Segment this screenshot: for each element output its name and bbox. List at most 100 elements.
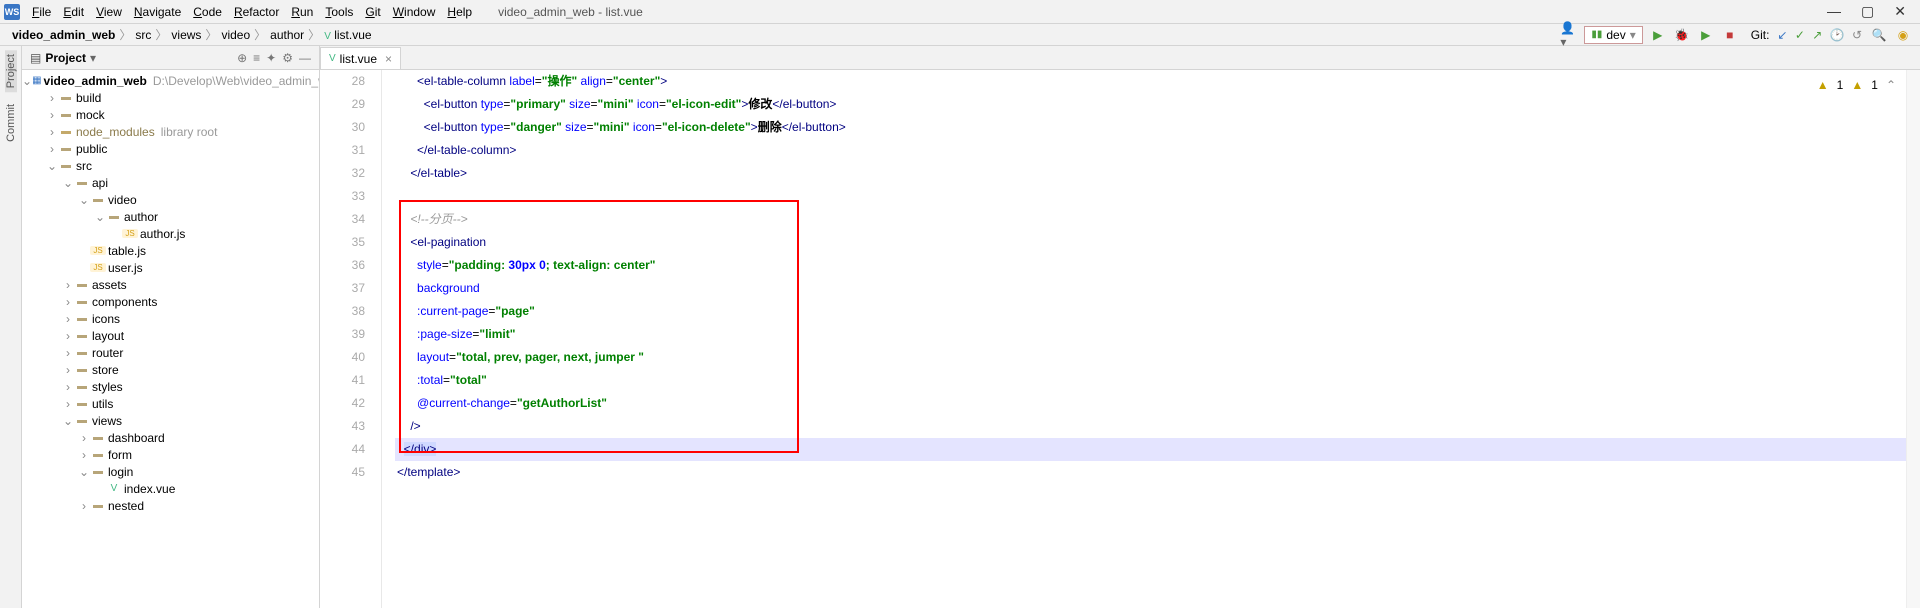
tree-mock[interactable]: ›▬mock	[22, 106, 319, 123]
expand-all-icon[interactable]: ≡	[253, 51, 260, 65]
crumb-video_admin_web[interactable]: video_admin_web	[12, 28, 115, 42]
menu-view[interactable]: View	[90, 5, 128, 19]
project-tree[interactable]: ⌄▦video_admin_webD:\Develop\Web\video_ad…	[22, 70, 319, 608]
chevron-down-icon[interactable]: ▾	[90, 51, 96, 65]
git-push-icon[interactable]: ↗	[1812, 28, 1822, 42]
line-31[interactable]: </el-table-column>	[395, 139, 1906, 162]
maximize-icon[interactable]: ▢	[1861, 3, 1874, 20]
tree-router[interactable]: ›▬router	[22, 344, 319, 361]
run-config-selector[interactable]: ▮▮ dev ▾	[1584, 26, 1642, 44]
tree-assets[interactable]: ›▬assets	[22, 276, 319, 293]
crumb-author[interactable]: author	[270, 28, 304, 42]
tree-api[interactable]: ⌄▬api	[22, 174, 319, 191]
git-commit-icon[interactable]: ✓	[1795, 28, 1805, 42]
debug-icon[interactable]: 🐞	[1673, 26, 1691, 44]
minimize-icon[interactable]: —	[1827, 3, 1841, 20]
close-icon[interactable]: ×	[385, 52, 392, 66]
line-42[interactable]: @current-change="getAuthorList"	[395, 392, 1906, 415]
line-35[interactable]: <el-pagination	[395, 231, 1906, 254]
menu-navigate[interactable]: Navigate	[128, 5, 187, 19]
line-44[interactable]: </div>	[395, 438, 1906, 461]
tree-form[interactable]: ›▬form	[22, 446, 319, 463]
tree-components[interactable]: ›▬components	[22, 293, 319, 310]
hide-icon[interactable]: —	[299, 51, 311, 65]
error-stripe[interactable]	[1906, 70, 1920, 608]
tree-video_admin_web[interactable]: ⌄▦video_admin_webD:\Develop\Web\video_ad…	[22, 72, 319, 89]
user-icon[interactable]: 👤▾	[1560, 26, 1578, 44]
fold-column[interactable]	[375, 70, 395, 608]
line-28[interactable]: <el-table-column label="操作" align="cente…	[395, 70, 1906, 93]
tree-src[interactable]: ⌄▬src	[22, 157, 319, 174]
menu-file[interactable]: File	[26, 5, 57, 19]
tree-build[interactable]: ›▬build	[22, 89, 319, 106]
stop-icon[interactable]: ■	[1721, 26, 1739, 44]
line-34[interactable]: <!--分页-->	[395, 208, 1906, 231]
tree-login[interactable]: ⌄▬login	[22, 463, 319, 480]
vue-icon: V	[329, 53, 336, 64]
line-38[interactable]: :current-page="page"	[395, 300, 1906, 323]
line-33[interactable]	[395, 185, 1906, 208]
line-29[interactable]: <el-button type="primary" size="mini" ic…	[395, 93, 1906, 116]
tree-store[interactable]: ›▬store	[22, 361, 319, 378]
line-39[interactable]: :page-size="limit"	[395, 323, 1906, 346]
git-update-icon[interactable]: ↙	[1777, 28, 1787, 42]
git-history-icon[interactable]: 🕑	[1830, 28, 1845, 42]
tree-layout[interactable]: ›▬layout	[22, 327, 319, 344]
tree-views[interactable]: ⌄▬views	[22, 412, 319, 429]
crumb-src[interactable]: src	[135, 28, 151, 42]
menu-help[interactable]: Help	[441, 5, 478, 19]
menu-run[interactable]: Run	[285, 5, 319, 19]
code-content[interactable]: <el-table-column label="操作" align="cente…	[395, 70, 1906, 608]
tree-nested[interactable]: ›▬nested	[22, 497, 319, 514]
line-45[interactable]: </template>	[395, 461, 1906, 484]
tree-dashboard[interactable]: ›▬dashboard	[22, 429, 319, 446]
commit-tool-tab[interactable]: Commit	[5, 100, 17, 146]
tree-author[interactable]: ⌄▬author	[22, 208, 319, 225]
menu-code[interactable]: Code	[187, 5, 228, 19]
coverage-icon[interactable]: ▶	[1697, 26, 1715, 44]
tree-public[interactable]: ›▬public	[22, 140, 319, 157]
tab-list-vue[interactable]: V list.vue ×	[320, 47, 401, 69]
code-editor[interactable]: 282930313233343536373839404142434445 <el…	[320, 70, 1920, 608]
run-icon[interactable]: ▶	[1649, 26, 1667, 44]
collapse-all-icon[interactable]: ✦	[266, 51, 276, 65]
tree-video[interactable]: ⌄▬video	[22, 191, 319, 208]
menu-tools[interactable]: Tools	[319, 5, 359, 19]
git-rollback-icon[interactable]: ↺	[1852, 28, 1862, 42]
ide-settings-icon[interactable]: ◉	[1894, 26, 1912, 44]
line-41[interactable]: :total="total"	[395, 369, 1906, 392]
settings-icon[interactable]: ⚙	[282, 51, 293, 65]
line-36[interactable]: style="padding: 30px 0; text-align: cent…	[395, 254, 1906, 277]
search-icon[interactable]: 🔍	[1870, 26, 1888, 44]
chevron-down-icon: ▾	[1630, 28, 1636, 42]
close-icon[interactable]: ✕	[1894, 3, 1906, 20]
line-32[interactable]: </el-table>	[395, 162, 1906, 185]
menu-refactor[interactable]: Refactor	[228, 5, 285, 19]
menu-window[interactable]: Window	[387, 5, 442, 19]
app-icon: WS	[4, 4, 20, 20]
crumb-views[interactable]: views	[171, 28, 201, 42]
tab-label: list.vue	[340, 52, 377, 66]
project-tools: ⊕ ≡ ✦ ⚙ —	[237, 51, 311, 65]
inspection-summary[interactable]: ▲1 ▲1 ⌃	[1817, 74, 1896, 97]
left-tool-strip: Project Commit	[0, 46, 22, 608]
window-controls: — ▢ ✕	[1827, 3, 1916, 20]
line-30[interactable]: <el-button type="danger" size="mini" ico…	[395, 116, 1906, 139]
menu-git[interactable]: Git	[359, 5, 386, 19]
project-tool-tab[interactable]: Project	[5, 50, 17, 92]
menu-edit[interactable]: Edit	[57, 5, 90, 19]
line-43[interactable]: />	[395, 415, 1906, 438]
crumb-list.vue[interactable]: V list.vue	[324, 28, 371, 42]
tree-author.js[interactable]: JSauthor.js	[22, 225, 319, 242]
tree-index.vue[interactable]: Vindex.vue	[22, 480, 319, 497]
tree-utils[interactable]: ›▬utils	[22, 395, 319, 412]
select-opened-icon[interactable]: ⊕	[237, 51, 247, 65]
line-40[interactable]: layout="total, prev, pager, next, jumper…	[395, 346, 1906, 369]
tree-styles[interactable]: ›▬styles	[22, 378, 319, 395]
tree-table.js[interactable]: JStable.js	[22, 242, 319, 259]
crumb-video[interactable]: video	[221, 28, 250, 42]
tree-icons[interactable]: ›▬icons	[22, 310, 319, 327]
tree-node_modules[interactable]: ›▬node_moduleslibrary root	[22, 123, 319, 140]
tree-user.js[interactable]: JSuser.js	[22, 259, 319, 276]
line-37[interactable]: background	[395, 277, 1906, 300]
